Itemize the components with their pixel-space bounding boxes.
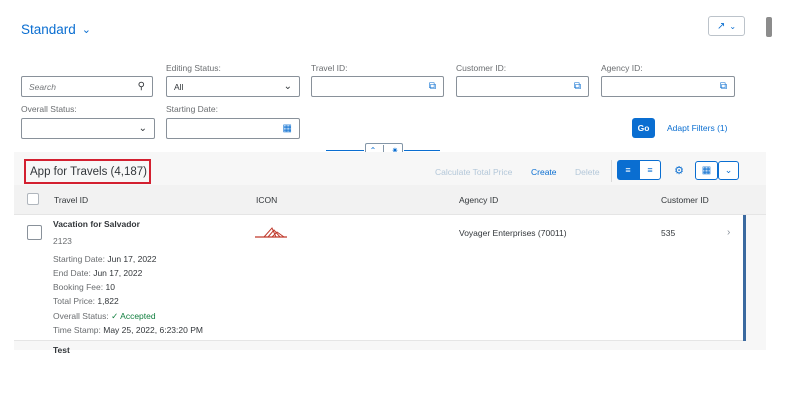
column-header-customer-id[interactable]: Customer ID <box>661 195 709 205</box>
chevron-down-icon: ⌄ <box>724 165 733 175</box>
table-view-icon: ≡ <box>625 165 631 175</box>
overall-status-label: Overall Status: <box>21 104 77 114</box>
column-header-agency-id[interactable]: Agency ID <box>459 195 498 205</box>
value-help-icon[interactable]: ⧉ <box>429 81 436 92</box>
list-view-icon: ≡ <box>647 165 653 175</box>
table-column-header-row <box>14 185 766 215</box>
attribute-value: Jun 17, 2022 <box>93 268 143 278</box>
export-button[interactable]: ▦ <box>695 161 718 180</box>
toolbar-separator <box>611 160 612 182</box>
attribute-value: 1,822 <box>97 296 119 306</box>
travel-id-label: Travel ID: <box>311 63 348 73</box>
go-button[interactable]: Go <box>632 118 655 138</box>
attribute-value: 10 <box>105 282 115 292</box>
attribute-value: Jun 17, 2022 <box>107 254 157 264</box>
travel-icon-image <box>254 225 288 239</box>
attribute-total-price: Total Price: 1,822 <box>53 296 119 306</box>
table-title: App for Travels (4,187) <box>24 159 151 184</box>
share-button[interactable]: ↗ ⌄ <box>708 16 745 36</box>
attribute-label: Time Stamp: <box>53 325 101 335</box>
row-highlight-bar <box>743 215 746 341</box>
check-circle-icon: ✓ <box>111 311 119 321</box>
agency-cell: Voyager Enterprises (70011) <box>459 228 567 238</box>
value-help-icon[interactable]: ⧉ <box>574 81 581 92</box>
header-divider-left <box>326 150 364 151</box>
editing-status-select[interactable]: All ⌄ <box>166 76 300 97</box>
variant-selector[interactable]: Standard ⌄ <box>21 22 91 37</box>
attribute-label: End Date: <box>53 268 91 278</box>
table-row[interactable] <box>14 215 745 341</box>
editing-status-value: All <box>174 81 184 92</box>
chevron-down-icon: ⌄ <box>138 123 147 134</box>
row-navigation-icon[interactable]: › <box>727 227 730 238</box>
chevron-down-icon: ⌄ <box>81 24 92 36</box>
attribute-value: May 25, 2022, 6:23:20 PM <box>103 325 203 335</box>
chevron-down-icon: ⌄ <box>729 21 737 31</box>
table-title-text: App for Travels (4,187) <box>30 165 147 178</box>
customer-id-field[interactable]: ⧉ <box>456 76 589 97</box>
calculate-total-price-button[interactable]: Calculate Total Price <box>435 167 512 177</box>
create-button[interactable]: Create <box>531 167 557 177</box>
chevron-down-icon: ⌄ <box>283 81 292 92</box>
search-input[interactable]: Search ⚲ <box>21 76 153 97</box>
condensed-view-toggle[interactable]: ≡ <box>617 160 639 180</box>
attribute-end-date: End Date: Jun 17, 2022 <box>53 268 142 278</box>
header-divider-right <box>404 150 440 151</box>
travel-id-value: 2123 <box>53 236 72 246</box>
search-placeholder: Search <box>29 81 56 92</box>
attribute-label: Starting Date: <box>53 254 105 264</box>
customer-cell: 535 <box>661 228 676 238</box>
adapt-filters-link[interactable]: Adapt Filters (1) <box>667 123 727 133</box>
search-icon[interactable]: ⚲ <box>138 81 145 92</box>
compact-view-toggle[interactable]: ≡ <box>639 160 661 180</box>
travel-id-field[interactable]: ⧉ <box>311 76 444 97</box>
attribute-starting-date: Starting Date: Jun 17, 2022 <box>53 254 157 264</box>
status-text: Accepted <box>120 311 156 321</box>
variant-label: Standard <box>21 22 76 37</box>
share-icon: ↗ <box>716 20 726 32</box>
page-scrollbar[interactable] <box>766 17 772 37</box>
travel-title: Test <box>53 345 70 355</box>
delete-button[interactable]: Delete <box>575 167 600 177</box>
export-spreadsheet-icon: ▦ <box>701 165 712 176</box>
column-header-icon[interactable]: ICON <box>256 195 277 205</box>
row-select-checkbox[interactable] <box>27 225 42 240</box>
status-accepted: ✓ Accepted <box>111 311 155 321</box>
select-all-checkbox[interactable] <box>27 193 39 205</box>
export-menu-button[interactable]: ⌄ <box>718 161 739 180</box>
overall-status-select[interactable]: ⌄ <box>21 118 155 139</box>
attribute-label: Overall Status: <box>53 311 109 321</box>
gear-icon: ⚙ <box>674 165 684 177</box>
agency-id-field[interactable]: ⧉ <box>601 76 735 97</box>
attribute-label: Total Price: <box>53 296 96 306</box>
starting-date-field[interactable]: ▦ <box>166 118 300 139</box>
attribute-booking-fee: Booking Fee: 10 <box>53 282 115 292</box>
column-header-travel-id[interactable]: Travel ID <box>54 195 88 205</box>
travel-title: Vacation for Salvador <box>53 219 140 229</box>
opera-house-icon <box>255 227 287 238</box>
agency-id-label: Agency ID: <box>601 63 643 73</box>
starting-date-label: Starting Date: <box>166 104 218 114</box>
attribute-time-stamp: Time Stamp: May 25, 2022, 6:23:20 PM <box>53 325 203 335</box>
calendar-icon[interactable]: ▦ <box>283 123 292 134</box>
editing-status-label: Editing Status: <box>166 63 221 73</box>
table-settings-button[interactable]: ⚙ <box>668 161 690 180</box>
attribute-overall-status: Overall Status: ✓ Accepted <box>53 311 156 322</box>
value-help-icon[interactable]: ⧉ <box>720 81 727 92</box>
customer-id-label: Customer ID: <box>456 63 507 73</box>
attribute-label: Booking Fee: <box>53 282 104 292</box>
